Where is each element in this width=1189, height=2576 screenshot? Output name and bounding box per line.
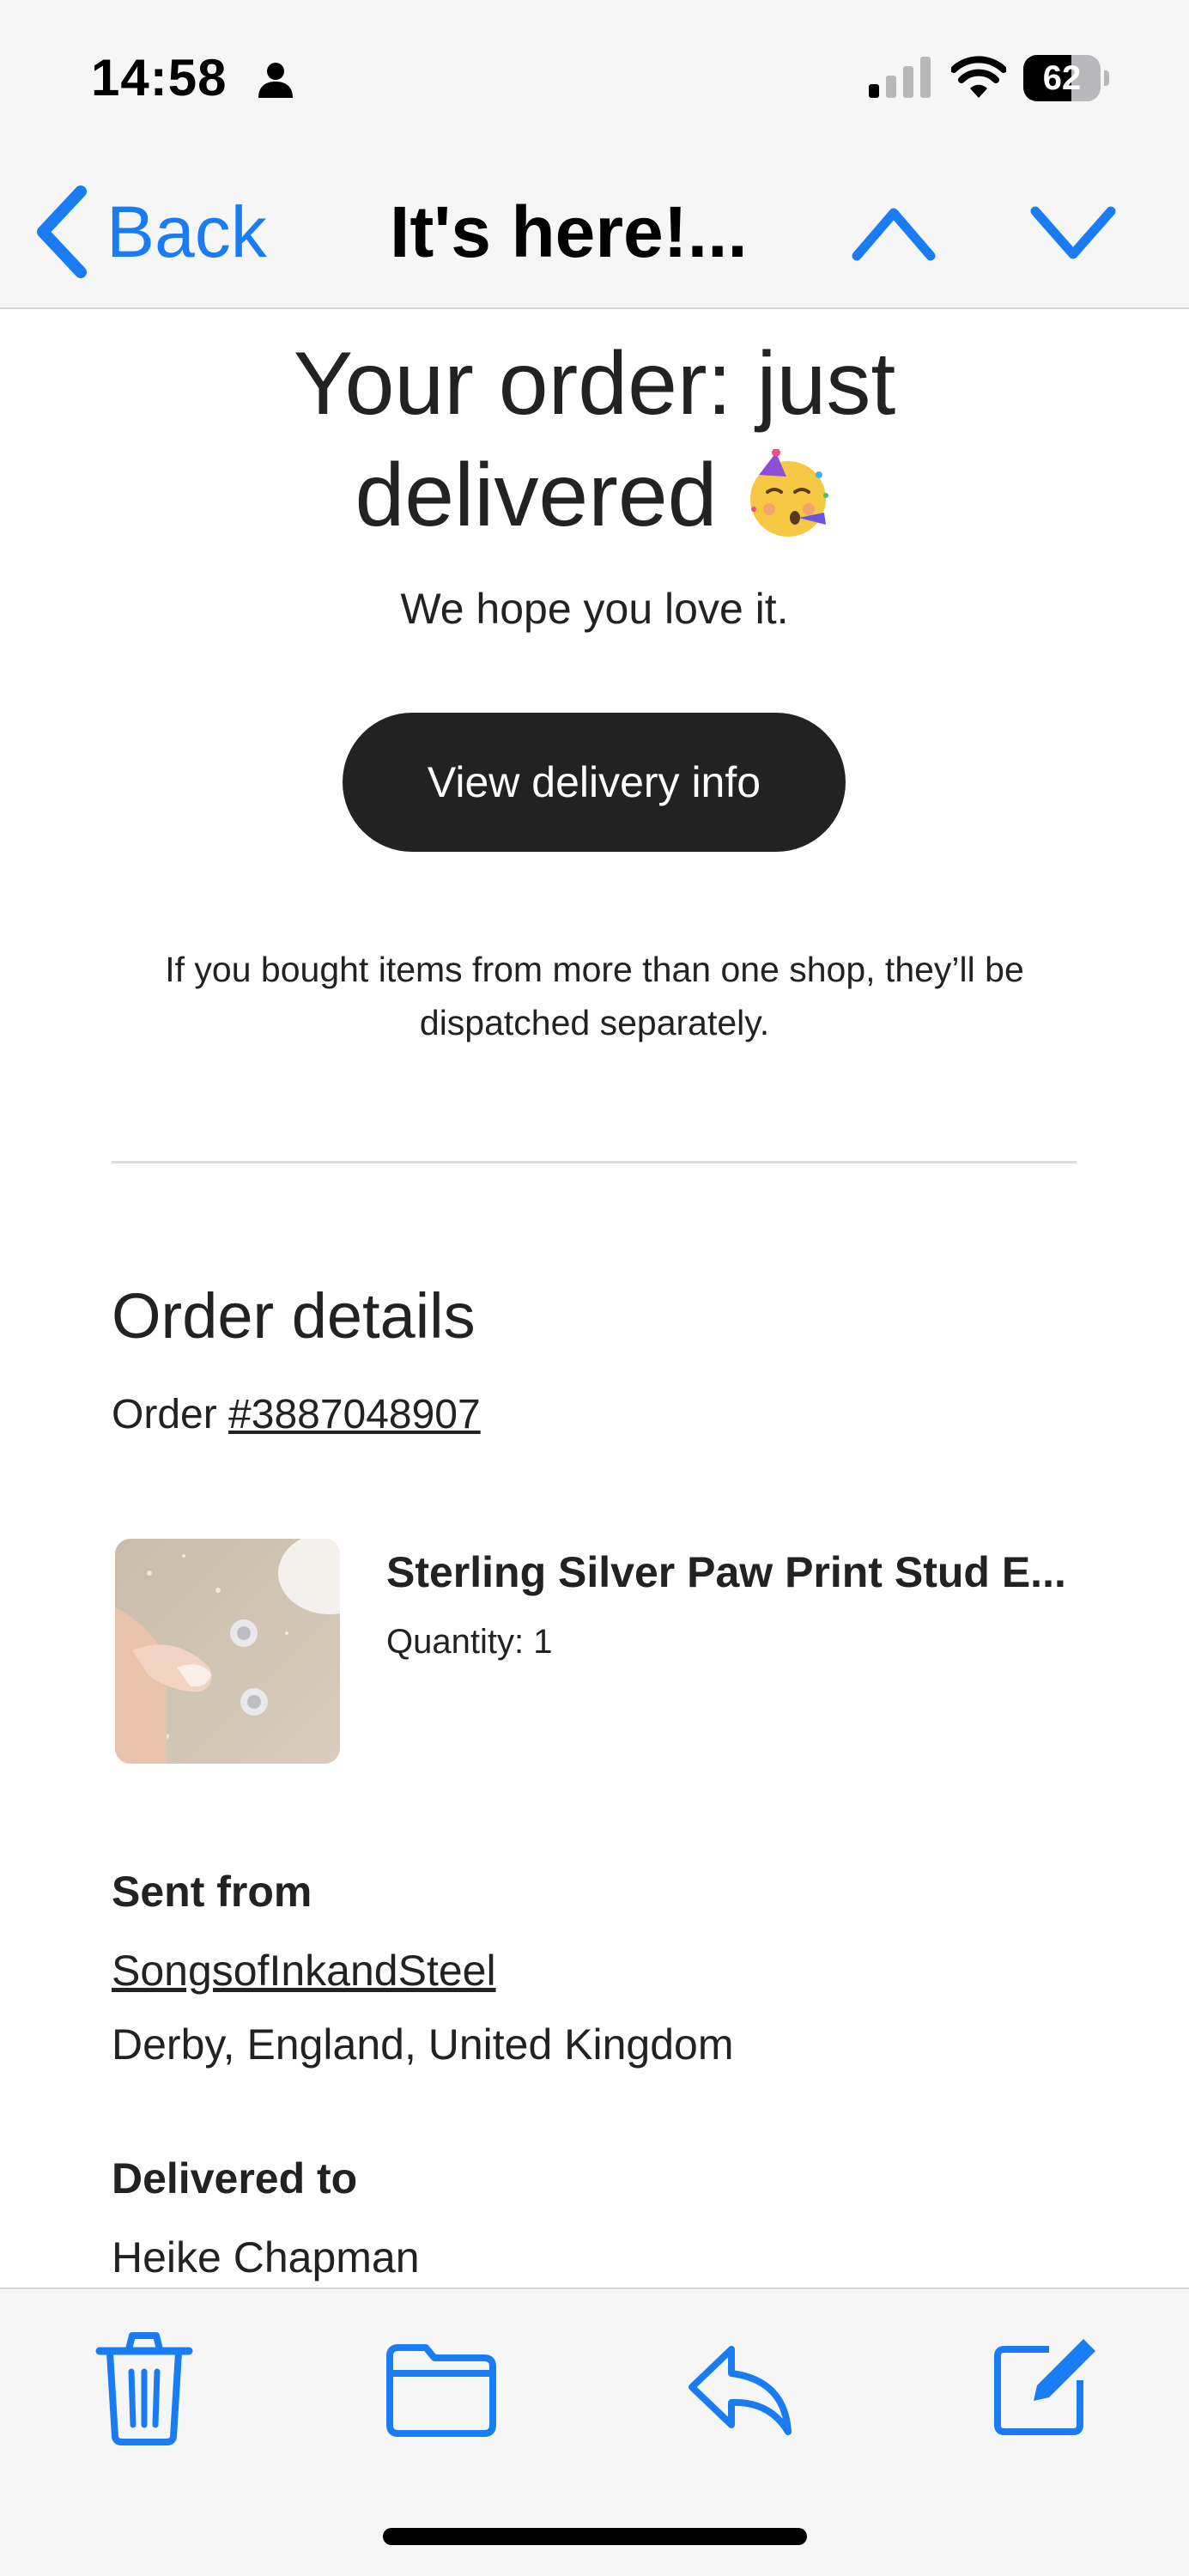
product-title[interactable]: Sterling Silver Paw Print Stud E... (386, 1547, 1082, 1597)
compose-icon[interactable] (989, 2329, 1101, 2440)
email-body: Your order: just delivered We hope you l… (0, 311, 1189, 2287)
status-time: 14:58 (91, 49, 227, 106)
product-image[interactable] (115, 1539, 340, 1764)
back-label: Back (106, 191, 267, 272)
recipient-name: Heike Chapman (112, 2233, 420, 2281)
order-details-title: Order details (112, 1280, 476, 1352)
battery-tip (1104, 70, 1109, 86)
order-prefix: Order (112, 1392, 217, 1437)
dispatch-notice: If you bought items from more than one s… (165, 950, 1024, 1042)
headline-line-1: Your order: just (293, 334, 896, 434)
person-icon (258, 63, 293, 98)
email-subject-title: It's here!... (390, 191, 748, 272)
cellular-signal-icon (869, 57, 931, 98)
wifi-icon (951, 56, 1006, 98)
chevron-up-icon[interactable] (850, 199, 937, 268)
shop-name-link[interactable]: SongsofInkandSteel (112, 1946, 496, 1996)
nav-bar: Back It's here!... (0, 155, 1189, 309)
folder-icon[interactable] (381, 2337, 501, 2440)
delivered-to-title: Delivered to (112, 2154, 358, 2202)
headline-line-2-text: delivered (355, 446, 718, 545)
battery-level: 62 (1042, 59, 1082, 97)
reply-icon[interactable] (683, 2337, 798, 2440)
view-delivery-info-button[interactable]: View delivery info (343, 713, 846, 852)
chevron-left-icon (37, 185, 87, 278)
subheading: We hope you love it. (400, 585, 789, 633)
shop-location: Derby, England, United Kingdom (112, 2020, 734, 2069)
headline: Your order: just delivered (112, 328, 1077, 551)
order-number-line: Order #3887048907 (112, 1391, 481, 1438)
product-quantity: Quantity: 1 (386, 1623, 553, 1661)
home-indicator[interactable] (383, 2528, 807, 2545)
headline-line-2: delivered (355, 440, 834, 551)
party-face-icon (749, 449, 828, 537)
status-bar: 14:58 62 (0, 0, 1189, 155)
order-number-link[interactable]: #3887048907 (228, 1392, 481, 1437)
back-button[interactable]: Back (31, 180, 267, 283)
sent-from-title: Sent from (112, 1868, 312, 1916)
divider (112, 1161, 1077, 1163)
bottom-toolbar (0, 2287, 1189, 2576)
battery-icon: 62 (1023, 55, 1109, 101)
trash-icon[interactable] (93, 2327, 196, 2447)
chevron-down-icon[interactable] (1028, 199, 1118, 268)
battery-body: 62 (1023, 55, 1101, 101)
